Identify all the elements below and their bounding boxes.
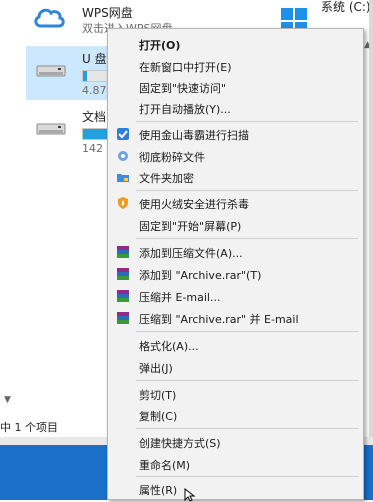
item-count-text: 中 1 个项目 xyxy=(0,421,58,434)
usb-capacity-fill xyxy=(83,71,87,81)
menu-item-eject[interactable]: 弹出(J) xyxy=(108,356,363,378)
huorong-icon xyxy=(118,197,128,209)
menu-item-compress-email[interactable]: 压缩并 E-mail... xyxy=(108,285,363,307)
menu-item-add-to-archive[interactable]: 添加到压缩文件(A)... xyxy=(108,241,363,263)
menu-item-label: 剪切(T) xyxy=(139,389,177,402)
menu-item-copy[interactable]: 复制(C) xyxy=(108,404,363,426)
menu-item-label: 打开自动播放(Y)... xyxy=(139,103,231,116)
menu-item-label: 创建快捷方式(S) xyxy=(139,437,221,450)
menu-item-label: 格式化(A)... xyxy=(139,340,199,353)
window-edge xyxy=(369,0,373,437)
menu-item-add-to-archive-rar[interactable]: 添加到 "Archive.rar"(T) xyxy=(108,263,363,285)
system-drive-label: 系统 (C:) xyxy=(321,0,371,14)
menu-separator xyxy=(136,380,358,381)
menu-separator xyxy=(136,121,358,122)
menu-item-label: 重命名(M) xyxy=(139,459,191,472)
menu-item-label: 固定到"开始"屏幕(P) xyxy=(139,220,242,233)
menu-item-label: 弹出(J) xyxy=(139,362,173,375)
usb-capacity-text: 4.87 xyxy=(82,84,107,97)
menu-item-rename[interactable]: 重命名(M) xyxy=(108,453,363,475)
winrar-icon xyxy=(117,312,129,324)
menu-item-label: 添加到压缩文件(A)... xyxy=(139,247,243,260)
menu-item-label: 压缩到 "Archive.rar" 并 E-mail xyxy=(139,313,299,326)
menu-item-label: 使用金山毒霸进行扫描 xyxy=(139,129,249,142)
menu-item-label: 添加到 "Archive.rar"(T) xyxy=(139,269,262,282)
menu-item-create-shortcut[interactable]: 创建快捷方式(S) xyxy=(108,431,363,453)
menu-item-properties[interactable]: 属性(R) xyxy=(108,478,363,500)
cloud-icon xyxy=(34,8,65,28)
menu-item-pin-quick-access[interactable]: 固定到"快速访问" xyxy=(108,76,363,98)
documents-drive-name: 文档 xyxy=(82,110,107,124)
winrar-icon xyxy=(117,268,129,280)
menu-separator xyxy=(136,190,358,191)
winrar-icon xyxy=(117,290,129,302)
menu-item-label: 在新窗口中打开(E) xyxy=(139,61,232,74)
menu-item-label: 文件夹加密 xyxy=(139,172,194,185)
menu-item-label: 彻底粉碎文件 xyxy=(139,151,205,164)
menu-separator xyxy=(136,238,358,239)
context-menu: 打开(O) 在新窗口中打开(E) 固定到"快速访问" 打开自动播放(Y)... … xyxy=(107,28,364,500)
menu-item-shred-file[interactable]: 彻底粉碎文件 xyxy=(108,145,363,167)
scroll-down-arrow-icon[interactable]: ▼ xyxy=(4,395,11,405)
menu-item-pin-start[interactable]: 固定到"开始"屏幕(P) xyxy=(108,214,363,236)
usb-drive-name: U 盘 xyxy=(82,52,107,66)
menu-item-label: 使用火绒安全进行杀毒 xyxy=(139,198,249,211)
menu-item-open-autoplay[interactable]: 打开自动播放(Y)... xyxy=(108,97,363,119)
menu-item-kingsoft-scan[interactable]: 使用金山毒霸进行扫描 xyxy=(108,123,363,145)
menu-item-label: 压缩并 E-mail... xyxy=(139,291,221,304)
menu-separator xyxy=(136,428,358,429)
menu-item-folder-encrypt[interactable]: 文件夹加密 xyxy=(108,166,363,188)
winrar-icon xyxy=(117,246,129,258)
menu-item-format[interactable]: 格式化(A)... xyxy=(108,334,363,356)
usb-drive-icon xyxy=(36,65,66,77)
menu-separator xyxy=(136,476,358,477)
wps-drive-name: WPS网盘 xyxy=(82,6,133,20)
menu-item-label: 复制(C) xyxy=(139,410,178,423)
shredder-icon xyxy=(118,151,128,161)
menu-item-label: 打开(O) xyxy=(139,39,181,52)
menu-item-compress-archive-email[interactable]: 压缩到 "Archive.rar" 并 E-mail xyxy=(108,307,363,329)
hard-drive-icon xyxy=(36,123,66,135)
kingsoft-shield-icon xyxy=(117,128,129,140)
folder-lock-icon xyxy=(117,174,129,182)
menu-item-huorong-scan[interactable]: 使用火绒安全进行杀毒 xyxy=(108,192,363,214)
menu-item-label: 固定到"快速访问" xyxy=(139,82,227,95)
documents-capacity-text: 142 xyxy=(82,142,103,155)
menu-item-cut[interactable]: 剪切(T) xyxy=(108,383,363,405)
menu-item-open[interactable]: 打开(O) xyxy=(108,33,363,55)
menu-item-open-new-window[interactable]: 在新窗口中打开(E) xyxy=(108,55,363,77)
menu-item-label: 属性(R) xyxy=(139,484,178,497)
menu-separator xyxy=(136,331,358,332)
